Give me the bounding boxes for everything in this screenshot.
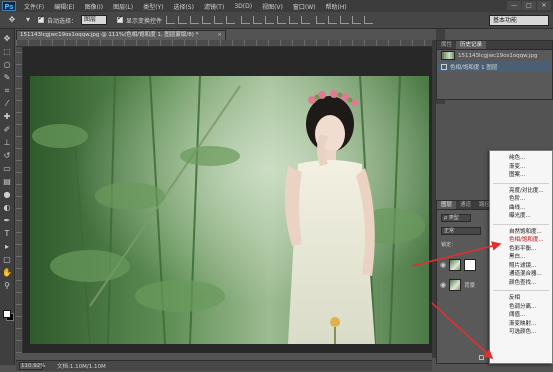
annotation-arrows — [411, 241, 502, 360]
foreground-color-swatch[interactable] — [3, 310, 11, 318]
arrow-to-hue-saturation — [411, 241, 502, 267]
arrow-to-adjustment-button — [431, 302, 494, 360]
